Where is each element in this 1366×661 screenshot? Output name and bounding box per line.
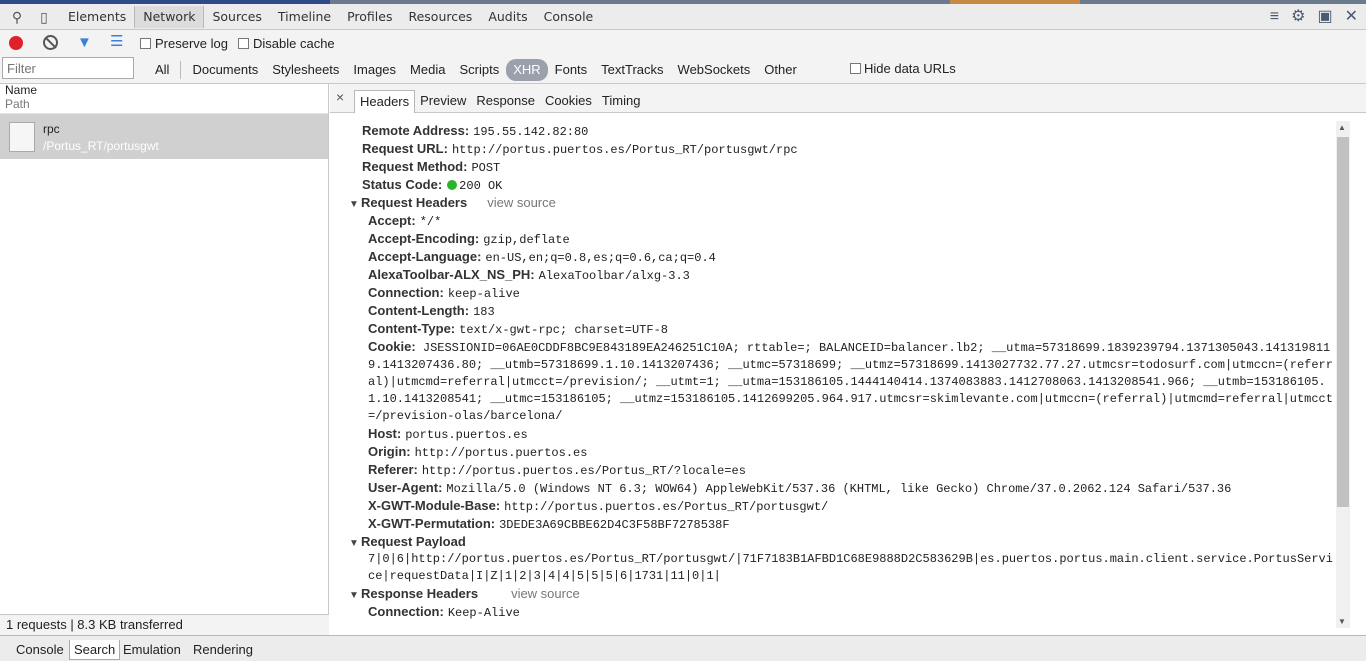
tab-timing[interactable]: Timing — [597, 90, 646, 113]
request-headers-section[interactable]: ▼ Request Headers view source — [349, 194, 1340, 212]
tab-console[interactable]: Console — [536, 4, 602, 30]
type-websockets[interactable]: WebSockets — [671, 59, 758, 81]
header-row: Referer: http://portus.puertos.es/Portus_… — [368, 462, 746, 478]
drawer-tabbar: Console Search Emulation Rendering — [0, 635, 1366, 661]
header-row: Content-Type: text/x-gwt-rpc; charset=UTF… — [368, 321, 668, 337]
tab-timeline[interactable]: Timeline — [270, 4, 339, 30]
drawer-tab-search[interactable]: Search — [69, 640, 121, 660]
panel-tabs: Elements Network Sources Timeline Profil… — [60, 4, 601, 30]
expand-triangle-icon: ▼ — [349, 538, 359, 549]
scroll-down-icon[interactable]: ▼ — [1338, 617, 1346, 626]
drawer-tab-console[interactable]: Console — [12, 640, 68, 659]
type-stylesheets[interactable]: Stylesheets — [265, 59, 346, 81]
close-detail-icon[interactable]: × — [336, 89, 344, 105]
list-view-icon[interactable]: ☰ — [110, 34, 123, 50]
tab-profiles[interactable]: Profiles — [339, 4, 400, 30]
disable-cache-checkbox[interactable]: Disable cache — [238, 36, 335, 51]
tab-headers[interactable]: Headers — [354, 90, 416, 113]
type-all[interactable]: All — [148, 59, 176, 81]
header-row: AlexaToolbar-ALX_NS_PH: AlexaToolbar/alxg… — [368, 267, 690, 283]
detail-scrollbar[interactable]: ▲ ▼ — [1336, 121, 1350, 628]
header-row: Request Method: POST — [362, 159, 501, 175]
header-row: Connection: keep-alive — [368, 285, 520, 301]
filter-row: All Documents Stylesheets Images Media S… — [0, 56, 1366, 84]
type-separator — [180, 61, 182, 79]
drawer-toggle-icon[interactable]: ≡ — [1270, 7, 1279, 27]
request-payload-section[interactable]: ▼ Request Payload — [349, 533, 1340, 551]
header-row: Status Code: 200 OK — [362, 177, 503, 193]
header-row: Request URL: http://portus.puertos.es/Por… — [362, 141, 798, 157]
tab-resources[interactable]: Resources — [400, 4, 480, 30]
response-headers-section[interactable]: ▼ Response Headers view source — [349, 585, 1340, 603]
type-fonts[interactable]: Fonts — [548, 59, 595, 81]
type-images[interactable]: Images — [346, 59, 403, 81]
header-row: Origin: http://portus.puertos.es — [368, 444, 588, 460]
header-row: Content-Length: 183 — [368, 303, 495, 319]
header-row: Accept-Encoding: gzip,deflate — [368, 231, 570, 247]
request-list: Name Path rpc /Portus_RT/portusgwt — [0, 84, 329, 635]
header-row: X-GWT-Module-Base: http://portus.puertos.… — [368, 498, 829, 514]
status-ok-icon — [447, 180, 458, 190]
tab-sources[interactable]: Sources — [204, 4, 269, 30]
payload-value: 7|0|6|http://portus.puertos.es/Portus_RT… — [368, 552, 1333, 583]
header-row: Accept-Language: en-US,en;q=0.8,es;q=0.6,… — [368, 249, 716, 265]
network-toolbar: ▼ ☰ Preserve log Disable cache — [0, 30, 1366, 56]
cookie-row: Cookie: JSESSIONID=06AE0CDDF8BC9E843189E… — [368, 339, 1333, 423]
request-detail: × Headers Preview Response Cookies Timin… — [330, 84, 1366, 635]
name-column-header[interactable]: Name Path — [0, 84, 328, 114]
request-name: rpc — [43, 122, 60, 136]
hide-data-urls-checkbox[interactable]: Hide data URLs — [850, 61, 956, 76]
gear-icon[interactable]: ⚙ — [1291, 7, 1305, 27]
detail-tabbar: × Headers Preview Response Cookies Timin… — [330, 84, 1366, 113]
header-row: X-GWT-Permutation: 3DEDE3A69CBBE62D4C3F58… — [368, 516, 730, 532]
tab-network[interactable]: Network — [134, 6, 205, 28]
search-icon[interactable]: ⚲ — [9, 9, 25, 25]
expand-triangle-icon: ▼ — [349, 590, 359, 601]
type-scripts[interactable]: Scripts — [452, 59, 506, 81]
headers-content: Remote Address: 195.55.142.82:80 Request … — [330, 114, 1340, 635]
type-other[interactable]: Other — [757, 59, 804, 81]
drawer-tab-rendering[interactable]: Rendering — [189, 640, 257, 659]
type-documents[interactable]: Documents — [185, 59, 265, 81]
cookie-value: JSESSIONID=06AE0CDDF8BC9E843189EA246251C… — [368, 341, 1333, 423]
path-header: Path — [5, 97, 30, 111]
clear-icon[interactable] — [43, 35, 58, 50]
name-header: Name — [5, 83, 38, 97]
view-source-link[interactable]: view source — [487, 195, 556, 210]
header-row: Connection: Keep-Alive — [368, 604, 520, 620]
file-icon — [9, 122, 35, 152]
request-row[interactable]: rpc /Portus_RT/portusgwt — [0, 114, 328, 159]
type-texttracks[interactable]: TextTracks — [594, 59, 670, 81]
tab-preview[interactable]: Preview — [415, 90, 471, 113]
record-icon[interactable] — [9, 36, 23, 50]
resource-type-filters: All Documents Stylesheets Images Media S… — [148, 56, 804, 84]
devtools-toolbar: ⚲ ▯ Elements Network Sources Timeline Pr… — [0, 4, 1366, 30]
header-row: Remote Address: 195.55.142.82:80 — [362, 123, 589, 139]
header-row: Accept: */* — [368, 213, 442, 229]
filter-icon[interactable]: ▼ — [77, 35, 92, 51]
request-path: /Portus_RT/portusgwt — [43, 139, 159, 153]
tab-elements[interactable]: Elements — [60, 4, 134, 30]
expand-triangle-icon: ▼ — [349, 199, 359, 210]
header-row: User-Agent: Mozilla/5.0 (Windows NT 6.3; … — [368, 480, 1232, 496]
preserve-log-checkbox[interactable]: Preserve log — [140, 36, 228, 51]
tab-response[interactable]: Response — [471, 90, 540, 113]
type-media[interactable]: Media — [403, 59, 452, 81]
view-source-link[interactable]: view source — [511, 586, 580, 601]
dock-icon[interactable]: ▣ — [1317, 7, 1332, 27]
status-summary: 1 requests | 8.3 KB transferred — [0, 614, 329, 635]
tab-audits[interactable]: Audits — [480, 4, 535, 30]
filter-input[interactable] — [2, 57, 134, 79]
scroll-thumb[interactable] — [1337, 137, 1349, 507]
close-icon[interactable]: ✕ — [1345, 7, 1358, 27]
type-xhr[interactable]: XHR — [506, 59, 548, 81]
scroll-up-icon[interactable]: ▲ — [1338, 123, 1346, 132]
header-row: Host: portus.puertos.es — [368, 426, 528, 442]
device-mode-icon[interactable]: ▯ — [36, 9, 52, 25]
tab-cookies[interactable]: Cookies — [540, 90, 597, 113]
drawer-tab-emulation[interactable]: Emulation — [119, 640, 185, 659]
